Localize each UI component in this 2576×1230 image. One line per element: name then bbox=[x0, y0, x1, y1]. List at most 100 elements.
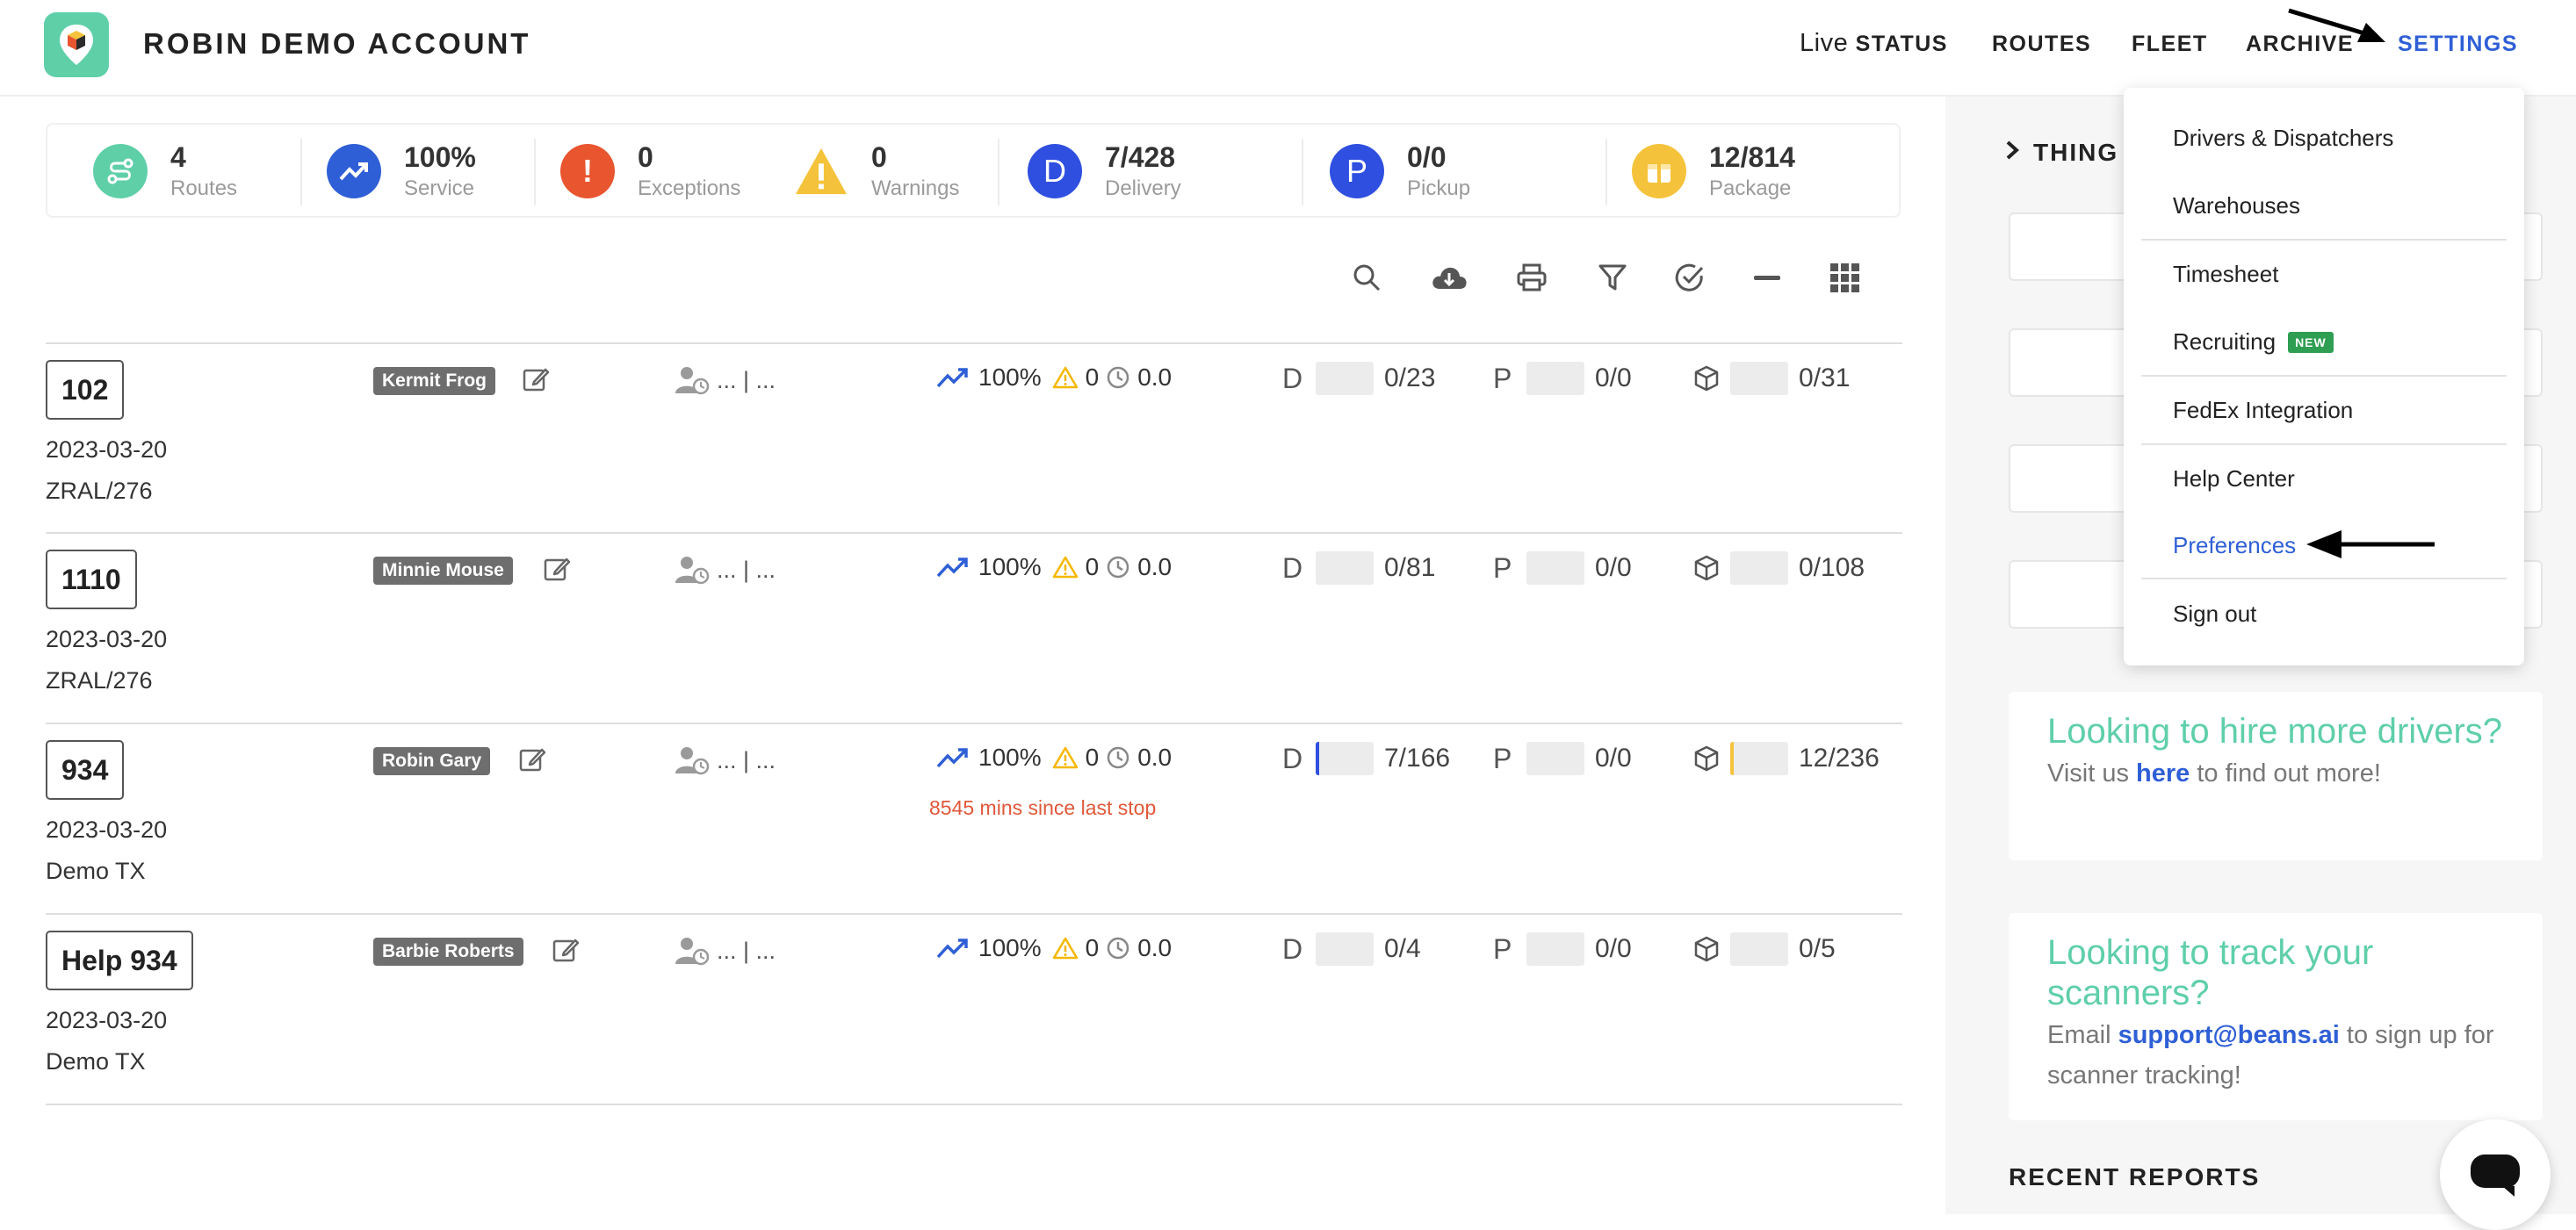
nav-live-status[interactable]: Live STATUS bbox=[1800, 29, 1948, 58]
warning-outline-icon bbox=[1052, 556, 1078, 579]
pickup-progress[interactable]: P 0/0 bbox=[1493, 742, 1632, 775]
row-divider bbox=[46, 723, 1902, 724]
edit-icon[interactable] bbox=[518, 745, 548, 775]
package-progress-bar bbox=[1730, 362, 1788, 395]
pickup-progress-bar bbox=[1526, 551, 1584, 585]
nav-fleet[interactable]: FLEET bbox=[2132, 32, 2208, 57]
stat-package-value: 12/814 bbox=[1709, 141, 1795, 173]
box-icon bbox=[1694, 365, 1719, 392]
chat-launcher-button[interactable] bbox=[2440, 1119, 2551, 1230]
menu-item-drivers-dispatchers[interactable]: Drivers & Dispatchers bbox=[2173, 125, 2393, 152]
person-clock-icon bbox=[675, 938, 710, 966]
driver-name-tag[interactable]: Barbie Roberts bbox=[373, 938, 523, 966]
things-label: THING bbox=[2033, 139, 2119, 166]
app-logo[interactable] bbox=[44, 12, 109, 77]
promo-hire-text-before: Visit us bbox=[2047, 759, 2129, 788]
menu-item-fedex-integration[interactable]: FedEx Integration bbox=[2173, 397, 2353, 424]
route-id-badge[interactable]: Help 934 bbox=[46, 931, 193, 990]
delivery-progress-bar bbox=[1316, 362, 1374, 395]
check-circle-icon[interactable] bbox=[1670, 258, 1709, 297]
menu-item-timesheet[interactable]: Timesheet bbox=[2173, 261, 2278, 288]
promo-hire-heading: Looking to hire more drivers? bbox=[2047, 712, 2503, 751]
box-icon bbox=[1694, 555, 1719, 581]
route-location: Demo TX bbox=[46, 1048, 146, 1075]
driver-name-tag[interactable]: Kermit Frog bbox=[373, 367, 496, 395]
package-progress[interactable]: 0/108 bbox=[1693, 551, 1865, 585]
menu-item-sign-out[interactable]: Sign out bbox=[2173, 601, 2256, 628]
support-email-link[interactable]: support@beans.ai bbox=[2118, 1021, 2340, 1049]
stat-exceptions-label: Exceptions bbox=[638, 176, 741, 200]
warning-icon bbox=[794, 144, 848, 198]
route-icon bbox=[93, 144, 148, 198]
edit-icon[interactable] bbox=[543, 555, 573, 585]
route-metrics: 100% 0 0.0 bbox=[936, 363, 1172, 392]
assign-driver-control[interactable]: ... | ... bbox=[675, 745, 776, 775]
warning-count: 0 bbox=[1085, 744, 1100, 771]
assign-driver-control[interactable]: ... | ... bbox=[675, 555, 776, 585]
clock-icon bbox=[1107, 366, 1129, 389]
menu-item-preferences[interactable]: Preferences bbox=[2173, 532, 2296, 559]
menu-divider bbox=[2141, 375, 2507, 377]
menu-item-help-center[interactable]: Help Center bbox=[2173, 465, 2295, 493]
annotation-arrow-settings bbox=[2288, 8, 2385, 42]
elapsed-time: 0.0 bbox=[1137, 553, 1173, 580]
search-icon[interactable] bbox=[1347, 258, 1386, 297]
delivery-count: 7/166 bbox=[1384, 744, 1451, 773]
print-icon[interactable] bbox=[1512, 258, 1551, 297]
route-id-badge[interactable]: 1110 bbox=[46, 550, 137, 609]
route-id-badge[interactable]: 934 bbox=[46, 740, 125, 800]
cloud-download-icon[interactable] bbox=[1430, 258, 1468, 297]
stat-routes-label: Routes bbox=[170, 176, 238, 200]
pickup-letter: P bbox=[1493, 932, 1512, 965]
trend-up-icon bbox=[936, 557, 968, 578]
pickup-progress[interactable]: P 0/0 bbox=[1493, 932, 1632, 966]
menu-item-recruiting-label: Recruiting bbox=[2173, 328, 2277, 355]
stat-delivery-value: 7/428 bbox=[1105, 141, 1176, 173]
stat-service-label: Service bbox=[404, 176, 475, 200]
driver-name-tag[interactable]: Minnie Mouse bbox=[373, 557, 513, 585]
pickup-progress[interactable]: P 0/0 bbox=[1493, 551, 1632, 585]
chat-bubble-icon bbox=[2471, 1154, 2520, 1197]
elapsed-time: 0.0 bbox=[1137, 744, 1173, 771]
package-progress-bar bbox=[1730, 551, 1788, 585]
edit-icon[interactable] bbox=[522, 365, 552, 395]
pickup-letter: P bbox=[1493, 742, 1512, 774]
delivery-progress[interactable]: D 0/23 bbox=[1282, 362, 1435, 395]
stat-service-value: 100% bbox=[404, 141, 476, 173]
annotation-arrow-preferences bbox=[2306, 530, 2435, 558]
promo-scanner-heading: Looking to track your scanners? bbox=[2047, 933, 2374, 1012]
route-id-badge[interactable]: 102 bbox=[46, 360, 125, 420]
stat-exceptions-value: 0 bbox=[638, 141, 653, 173]
delivery-progress[interactable]: D 0/4 bbox=[1282, 932, 1421, 966]
nav-settings[interactable]: SETTINGS bbox=[2398, 32, 2518, 57]
things-section-header[interactable]: THING bbox=[2005, 139, 2118, 167]
elapsed-time: 0.0 bbox=[1137, 934, 1173, 961]
assigned-persons-text: ... | ... bbox=[717, 746, 776, 773]
minus-icon[interactable] bbox=[1748, 258, 1786, 297]
service-percent: 100% bbox=[978, 934, 1042, 961]
assign-driver-control[interactable]: ... | ... bbox=[675, 365, 776, 395]
trend-up-icon bbox=[936, 368, 968, 388]
package-progress[interactable]: 12/236 bbox=[1693, 742, 1880, 775]
assign-driver-control[interactable]: ... | ... bbox=[675, 936, 776, 966]
package-progress[interactable]: 0/31 bbox=[1693, 362, 1850, 395]
grid-icon[interactable] bbox=[1825, 258, 1864, 297]
service-percent: 100% bbox=[978, 363, 1042, 391]
edit-icon[interactable] bbox=[552, 936, 581, 966]
delivery-progress[interactable]: D 7/166 bbox=[1282, 742, 1450, 775]
route-metrics: 100% 0 0.0 bbox=[936, 934, 1172, 962]
package-count: 0/31 bbox=[1799, 363, 1851, 392]
clock-icon bbox=[1107, 556, 1129, 579]
menu-item-warehouses[interactable]: Warehouses bbox=[2173, 192, 2300, 219]
pickup-progress[interactable]: P 0/0 bbox=[1493, 362, 1632, 395]
delivery-letter: D bbox=[1282, 362, 1303, 394]
menu-item-recruiting[interactable]: Recruiting NEW bbox=[2173, 328, 2334, 356]
filter-icon[interactable] bbox=[1593, 258, 1632, 297]
delivery-progress[interactable]: D 0/81 bbox=[1282, 551, 1435, 585]
nav-routes[interactable]: ROUTES bbox=[1992, 32, 2091, 57]
promo-hire-link[interactable]: here bbox=[2136, 759, 2190, 788]
route-date: 2023-03-20 bbox=[46, 626, 168, 652]
warning-count: 0 bbox=[1085, 934, 1100, 961]
driver-name-tag[interactable]: Robin Gary bbox=[373, 747, 491, 775]
package-progress[interactable]: 0/5 bbox=[1693, 932, 1836, 966]
